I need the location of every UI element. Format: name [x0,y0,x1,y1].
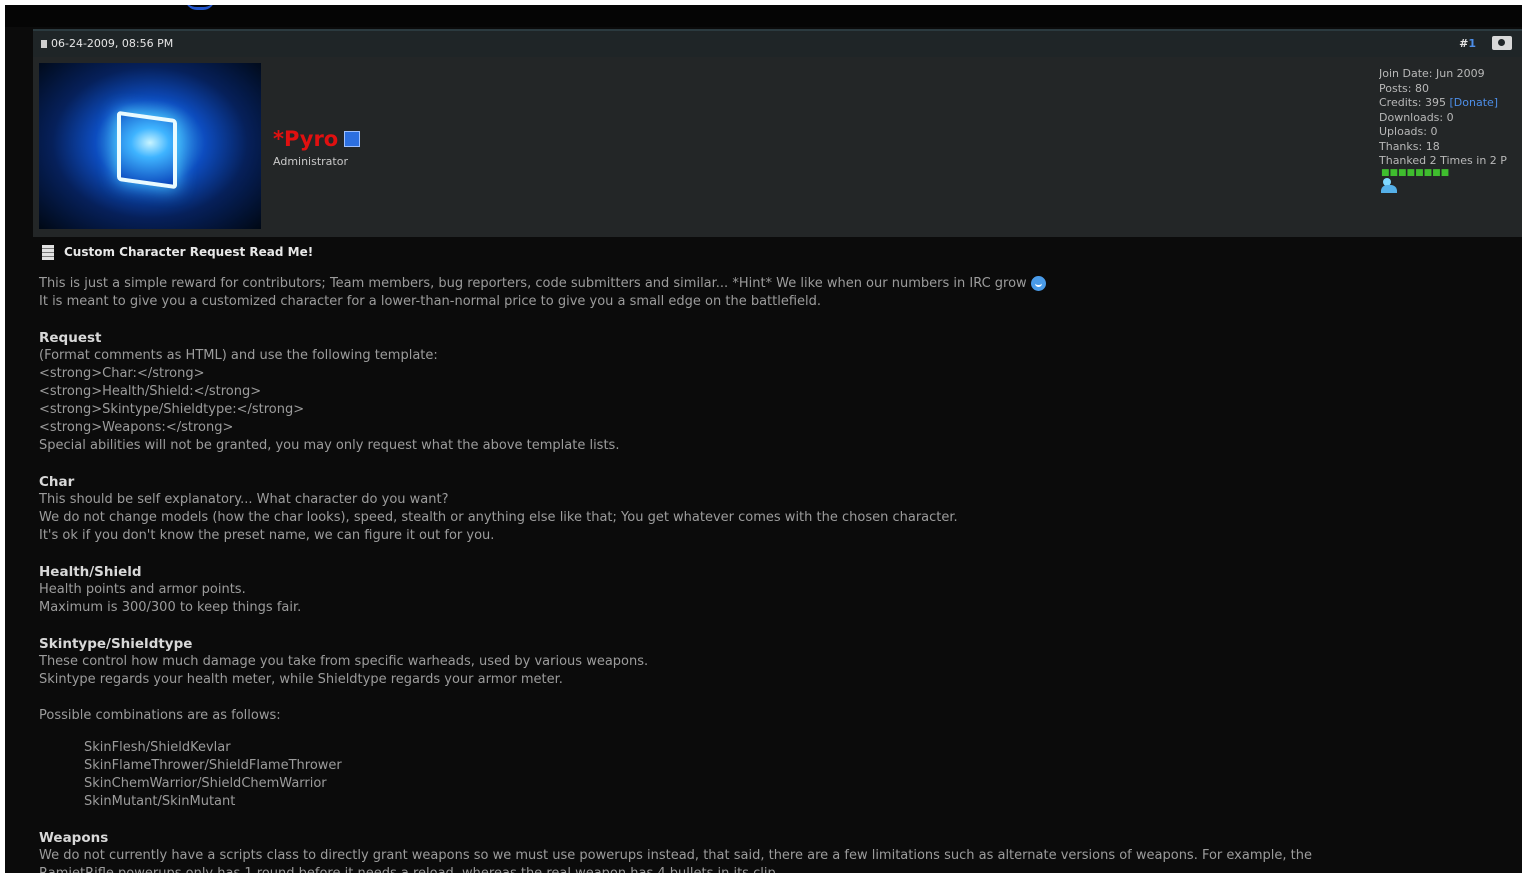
credits: Credits: 395 [1379,96,1447,109]
post-number-link[interactable]: #1 [1459,37,1476,50]
top-strip [5,5,1522,27]
combos-intro: Possible combinations are as follows: [39,708,281,723]
char-heading: Char [39,474,75,490]
document-icon [42,244,54,260]
combo-item: SkinFlesh/ShieldKevlar [84,740,231,755]
forum-frame: 06-24-2009, 08:56 PM #1 *Pyro Administra… [5,5,1522,873]
reputation-pip: ■ [1415,168,1424,178]
user-group-icon [1381,178,1399,194]
post-header: 06-24-2009, 08:56 PM #1 [33,29,1522,59]
reputation-pip: ■ [1423,168,1433,178]
post-number-prefix: # [1459,37,1469,50]
health-heading: Health/Shield [39,564,142,580]
request-line: <strong>Health/Shield:</strong> [39,384,262,399]
health-line: Health points and armor points. [39,582,246,597]
post-number: 1 [1468,37,1476,50]
intro-text-1: This is just a simple reward for contrib… [39,276,1027,291]
weapons-line: RamjetRifle powerups only has 1 round be… [39,865,1509,873]
request-line: <strong>Weapons:</strong> [39,420,234,435]
intro-line-1: This is just a simple reward for contrib… [39,275,1509,293]
intro-line-2: It is meant to give you a customized cha… [39,294,822,309]
credits-row: Credits: 395 [Donate] [1379,96,1522,111]
thread-title-bar: Custom Character Request Read Me! [33,237,1522,267]
user-info-panel: *Pyro Administrator Join Date: Jun 2009 … [33,57,1522,237]
username-text: *Pyro [273,127,339,151]
downloads: Downloads: 0 [1379,110,1454,124]
thanks: Thanks: 18 [1379,139,1440,153]
combo-item: SkinMutant/SkinMutant [84,794,236,809]
char-line: This should be self explanatory... What … [39,492,449,507]
avatar[interactable] [39,63,261,229]
combo-item: SkinChemWarrior/ShieldChemWarrior [84,776,327,791]
username-link[interactable]: *Pyro [273,127,361,151]
join-date: Join Date: Jun 2009 [1379,67,1485,80]
char-line: We do not change models (how the char lo… [39,510,958,525]
thread-title: Custom Character Request Read Me! [64,245,314,259]
post-status-icon [41,39,47,48]
skin-line: Skintype regards your health meter, whil… [39,672,563,687]
skin-line: These control how much damage you take f… [39,654,649,669]
smiley-icon [1030,276,1046,291]
request-line: Special abilities will not be granted, y… [39,438,620,453]
camera-icon[interactable] [1492,36,1512,50]
char-line: It's ok if you don't know the preset nam… [39,528,495,543]
combo-item: SkinFlameThrower/ShieldFlameThrower [84,758,342,773]
reputation-bar: ■■■■■■■■ [1381,168,1449,178]
user-stats: Join Date: Jun 2009 Posts: 80 Credits: 3… [1379,67,1522,169]
post-count: Posts: 80 [1379,81,1429,95]
user-online-icon [344,131,361,147]
request-line: <strong>Skintype/Shieldtype:</strong> [39,402,305,417]
weapons-heading: Weapons [39,830,109,846]
donate-link[interactable]: [Donate] [1450,96,1499,109]
thanked: Thanked 2 Times in 2 P [1379,154,1507,167]
weapons-line: We do not currently have a scripts class… [39,848,1312,863]
request-line: <strong>Char:</strong> [39,366,205,381]
reputation-pip: ■ [1432,168,1441,178]
reputation-pip: ■ [1389,168,1399,178]
reputation-pip: ■ [1398,168,1407,178]
partial-logo-mark [185,5,215,10]
post-body: This is just a simple reward for contrib… [39,275,1509,873]
user-title: Administrator [273,155,348,168]
health-line: Maximum is 300/300 to keep things fair. [39,600,302,615]
reputation-pip: ■ [1381,168,1390,178]
reputation-pip: ■ [1406,168,1416,178]
request-line: (Format comments as HTML) and use the fo… [39,348,438,363]
request-heading: Request [39,330,102,346]
uploads: Uploads: 0 [1379,125,1438,138]
post-date: 06-24-2009, 08:56 PM [41,37,173,50]
skin-heading: Skintype/Shieldtype [39,636,193,652]
post-date-text: 06-24-2009, 08:56 PM [51,37,174,50]
reputation-pip: ■ [1440,168,1450,178]
